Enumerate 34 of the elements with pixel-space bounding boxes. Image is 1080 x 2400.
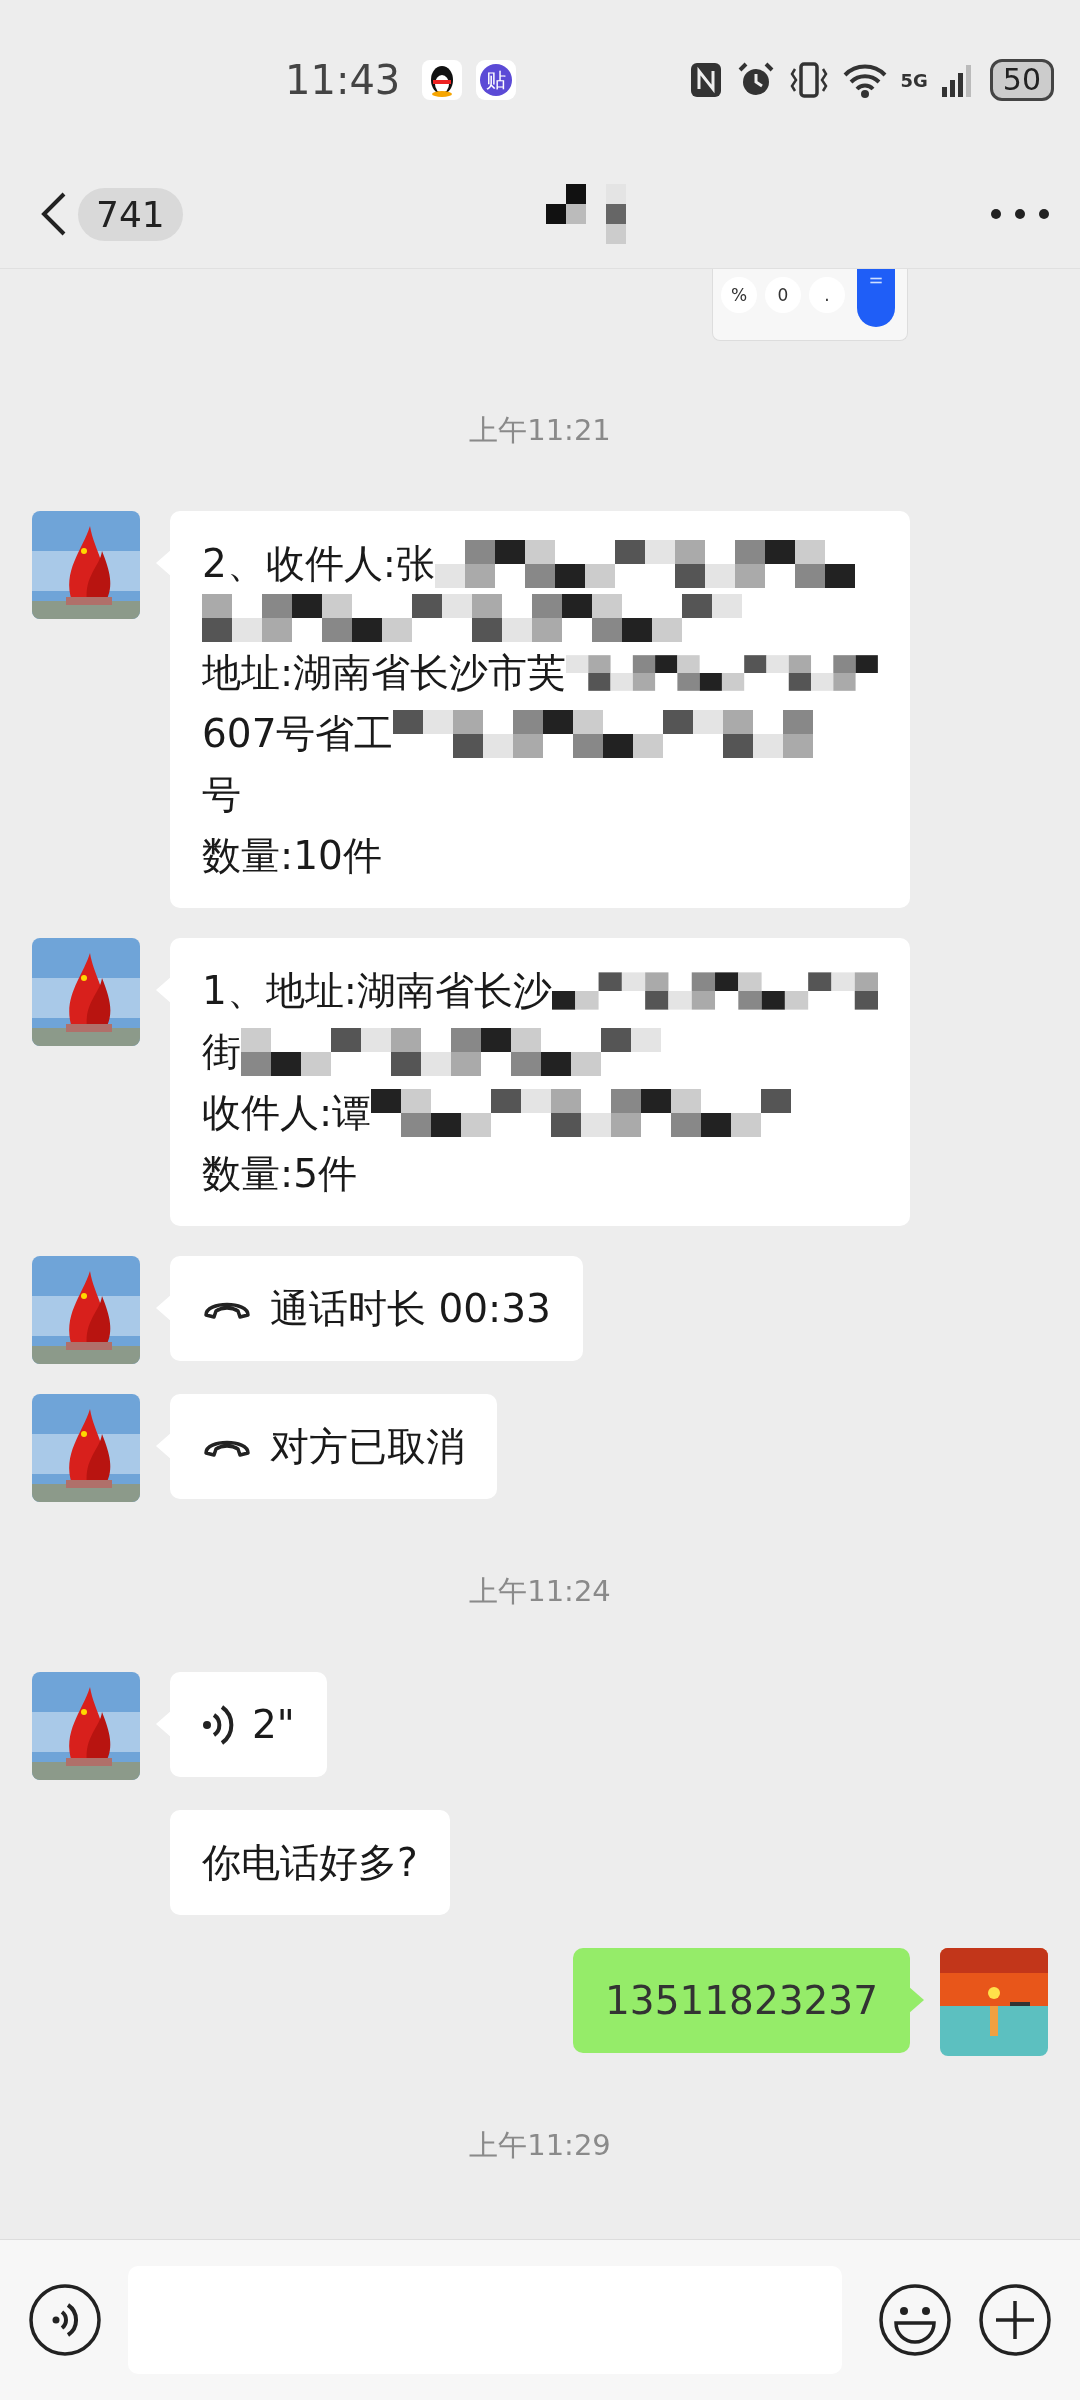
calculator-key[interactable]: 0 xyxy=(765,277,801,313)
timestamp: 上午11:24 xyxy=(469,1573,611,1610)
call-text: 对方已取消 xyxy=(270,1423,465,1471)
voice-input-icon[interactable] xyxy=(28,2283,102,2357)
network-type: 5G xyxy=(900,69,928,91)
back-icon[interactable] xyxy=(40,190,68,238)
unread-count: 741 xyxy=(78,187,183,241)
message-text: 2、收件人:张 xyxy=(202,540,435,588)
timestamp: 上午11:21 xyxy=(469,412,611,449)
voice-duration: 2" xyxy=(252,1701,295,1749)
message-text: 地址:湖南省长沙市芙 xyxy=(202,649,567,697)
message-text: 街 xyxy=(202,1028,241,1076)
call-text: 通话时长 00:33 xyxy=(270,1285,551,1333)
battery-icon: 50 xyxy=(989,59,1054,101)
message-text: 1、地址:湖南省长沙 xyxy=(202,967,552,1015)
vibrate-icon xyxy=(788,61,829,99)
status-time: 11:43 xyxy=(285,57,401,103)
message-text: 你电话好多? xyxy=(202,1839,418,1887)
timestamp: 上午11:29 xyxy=(469,2127,611,2164)
penguin-icon xyxy=(422,60,463,100)
message-text: 数量:5件 xyxy=(202,1150,357,1198)
more-icon[interactable] xyxy=(990,208,1050,220)
nfc-icon xyxy=(688,61,723,99)
message-text: 数量:10件 xyxy=(202,832,382,880)
calculator-key[interactable]: % xyxy=(721,277,757,313)
message-text: 13511823237 xyxy=(605,1977,878,2025)
add-icon[interactable] xyxy=(978,2283,1052,2357)
emoji-icon[interactable] xyxy=(878,2283,952,2357)
message-text: 607号省工 xyxy=(202,710,394,758)
app-icon: 贴 xyxy=(480,64,513,96)
message-text: 收件人:谭 xyxy=(202,1089,372,1137)
calculator-key[interactable]: . xyxy=(809,277,845,313)
calculator-key[interactable]: = xyxy=(857,269,895,327)
message-text: 号 xyxy=(202,771,241,819)
